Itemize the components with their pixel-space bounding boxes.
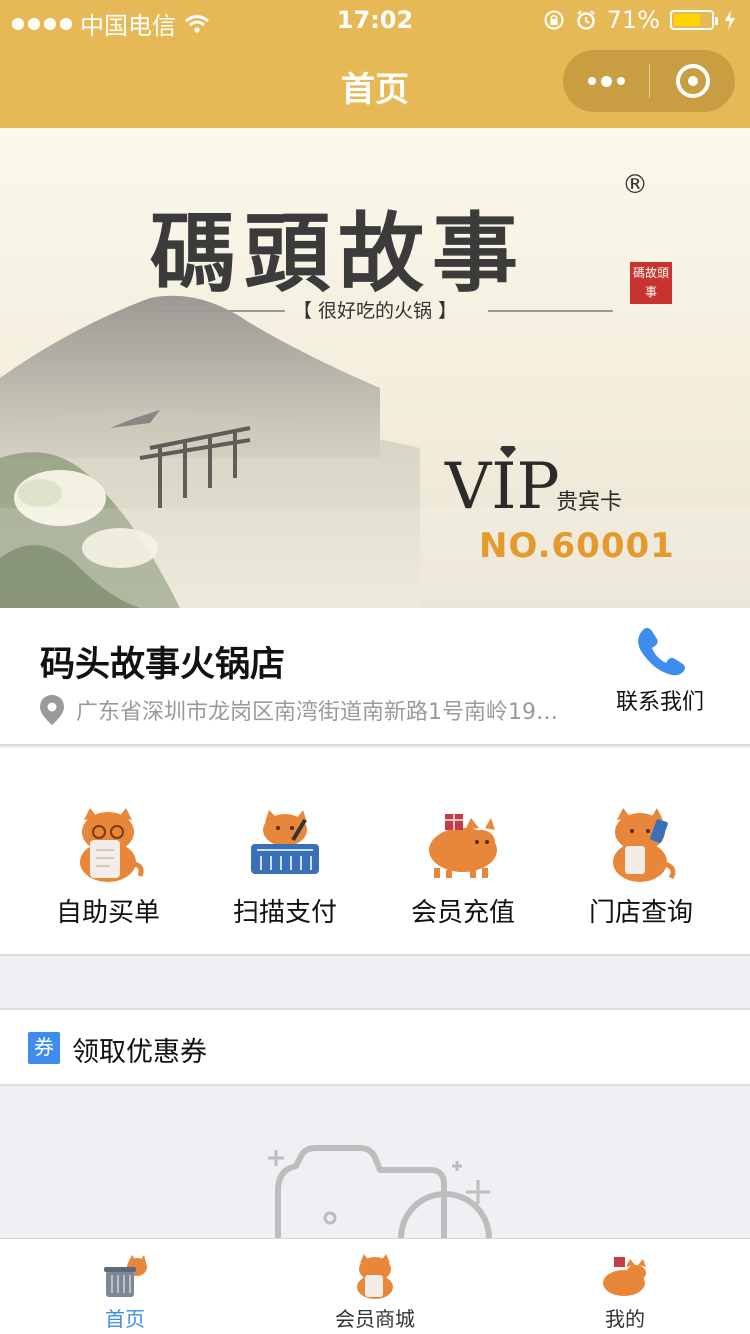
- tab-home[interactable]: 首页: [0, 1239, 250, 1334]
- tab-mine-label: 我的: [605, 1307, 645, 1331]
- navigation-bar: 首页: [0, 40, 750, 128]
- coupon-icon: 券: [28, 1032, 60, 1064]
- coupon-title: 领取优惠券: [72, 1037, 207, 1068]
- menu-store-lookup[interactable]: 门店查询: [547, 806, 735, 929]
- location-pin-icon: [40, 695, 64, 725]
- cat-receipt-icon: [80, 808, 144, 882]
- battery-percent: 71%: [606, 6, 660, 34]
- contact-us-button[interactable]: 联系我们: [608, 626, 712, 716]
- tab-member-mall-label: 会员商城: [335, 1307, 415, 1331]
- registered-mark: ®: [622, 170, 648, 200]
- menu-self-checkout[interactable]: 自助买单: [14, 806, 202, 929]
- status-bar: 中国电信 17:02 71%: [0, 0, 750, 1104]
- alarm-icon: [576, 10, 595, 30]
- store-info: 码头故事火锅店 广东省深圳市龙岗区南湾街道南新路1号南岭198... 联系我们: [0, 608, 750, 746]
- vip-card-label: 贵宾卡: [556, 490, 623, 515]
- more-menu-button[interactable]: [563, 50, 649, 112]
- coupon-empty-state: [0, 1086, 750, 1238]
- tab-home-label: 首页: [105, 1307, 145, 1331]
- charging-icon: [725, 10, 735, 30]
- status-right: 71%: [543, 6, 736, 34]
- quick-menu: 自助买单 扫描支付 会员充值 门店查询: [0, 748, 750, 956]
- bottom-tab-bar: 首页 会员商城 我的: [0, 1238, 750, 1334]
- cat-phone-icon: [613, 808, 676, 882]
- close-miniprogram-button[interactable]: [650, 50, 735, 112]
- coupon-section-header[interactable]: 券 领取优惠券: [0, 1008, 750, 1086]
- cat-gift-tab-icon: [603, 1257, 646, 1296]
- card-number: NO.60001: [479, 526, 675, 566]
- brand-logo: 碼頭故事: [150, 203, 526, 304]
- miniprogram-capsule: [563, 50, 735, 112]
- empty-folder-illustration: [268, 1145, 492, 1238]
- cat-trash-icon: [104, 1255, 147, 1297]
- menu-scan-pay[interactable]: 扫描支付: [191, 806, 379, 929]
- tab-member-mall[interactable]: 会员商城: [250, 1239, 500, 1334]
- battery-icon: [670, 10, 718, 30]
- vip-title: VIP: [445, 450, 560, 524]
- store-name: 码头故事火锅店: [40, 645, 286, 685]
- contact-us-label: 联系我们: [615, 690, 704, 715]
- tab-mine[interactable]: 我的: [500, 1239, 750, 1334]
- slogan: 【 很好吃的火锅 】: [292, 300, 458, 322]
- vip-card-banner[interactable]: 碼頭故事 ® 碼故頭事 【 很好吃的火锅 】 VIP 贵宾卡 NO.60001: [0, 128, 750, 608]
- menu-store-lookup-label: 门店查询: [588, 898, 693, 928]
- menu-scan-pay-label: 扫描支付: [232, 898, 337, 928]
- cat-gift-icon: [429, 814, 497, 878]
- menu-member-topup-label: 会员充值: [410, 898, 515, 928]
- store-address[interactable]: 广东省深圳市龙岗区南湾街道南新路1号南岭198...: [40, 694, 560, 726]
- menu-self-checkout-label: 自助买单: [55, 898, 160, 928]
- cat-receipt-tab-icon: [357, 1254, 393, 1299]
- phone-icon: [638, 627, 685, 676]
- cat-basket-icon: [251, 810, 319, 874]
- menu-member-topup[interactable]: 会员充值: [369, 806, 557, 929]
- rotation-lock-icon: [544, 10, 564, 30]
- target-icon: [675, 64, 710, 98]
- store-address-text: 广东省深圳市龙岗区南湾街道南新路1号南岭198...: [76, 700, 560, 725]
